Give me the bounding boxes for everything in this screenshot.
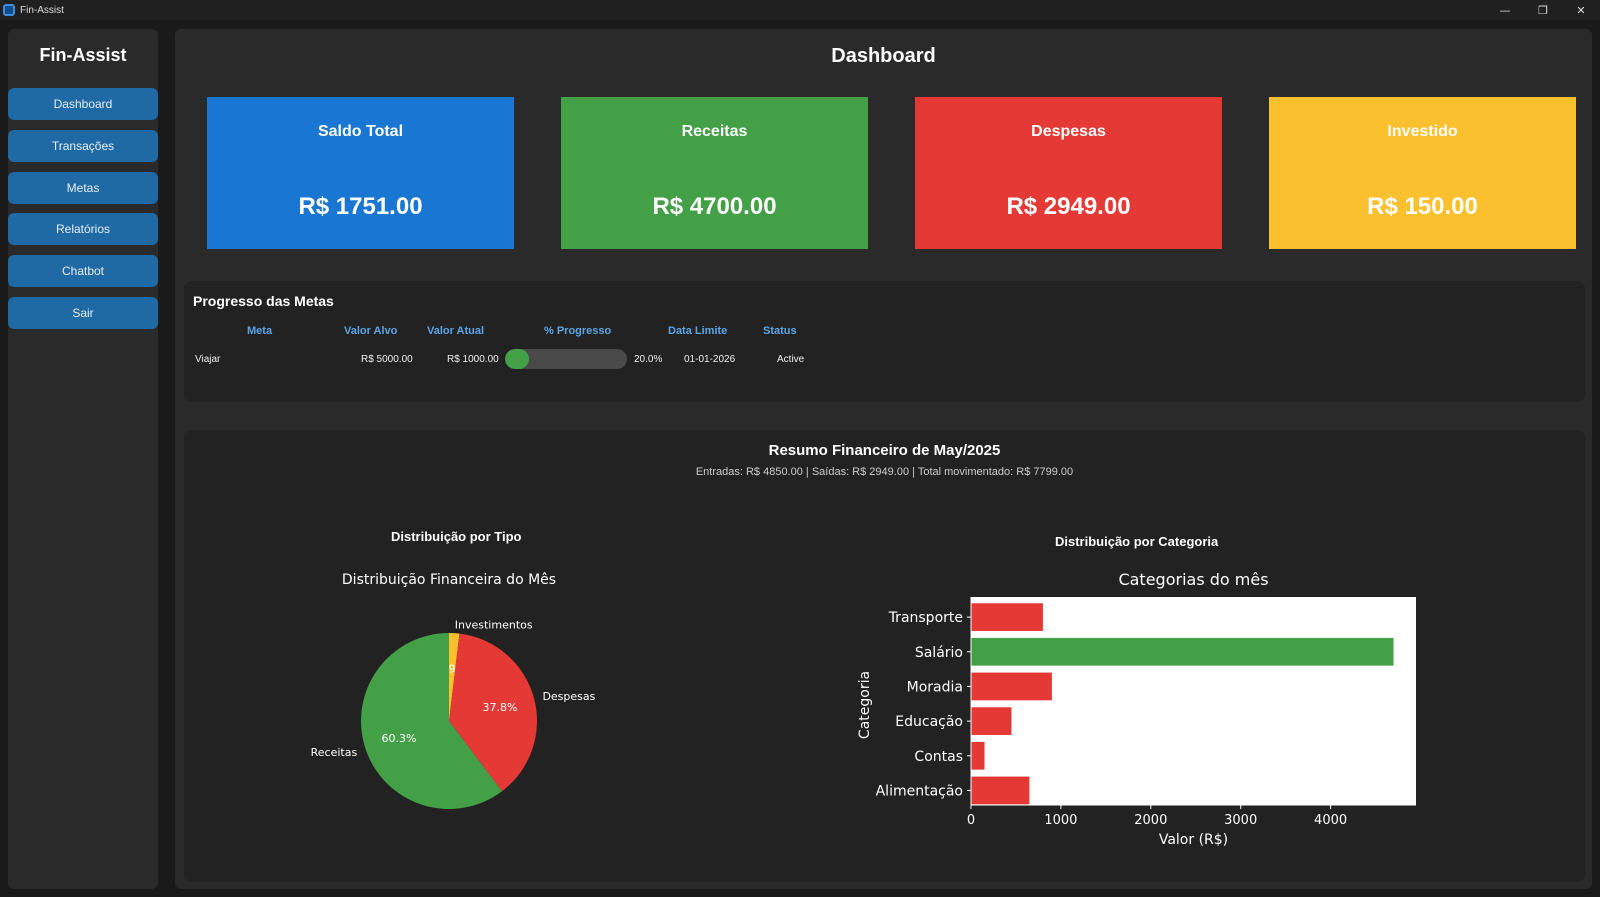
bar-2 [971, 672, 1052, 701]
nav-sair-button[interactable]: Sair [8, 297, 158, 329]
page-title: Dashboard [831, 45, 936, 67]
y-tick-label: Salário [915, 645, 963, 661]
card-value: R$ 150.00 [1367, 193, 1478, 220]
card-investido: Investido R$ 150.00 [1269, 97, 1576, 249]
card-value: R$ 2949.00 [1006, 193, 1131, 220]
summary-subtitle: Entradas: R$ 4850.00 | Saídas: R$ 2949.0… [695, 466, 1074, 478]
bar-4 [971, 741, 985, 770]
header-progresso: % Progresso [544, 325, 612, 337]
goal-progress-fill [505, 349, 530, 369]
card-despesas: Despesas R$ 2949.00 [915, 97, 1222, 249]
pie-category-label: Investimentos [455, 618, 533, 631]
x-axis-label: Valor (R$) [1159, 832, 1228, 848]
header-data-limite: Data Limite [668, 325, 728, 337]
goal-name: Viajar [195, 354, 221, 365]
header-valor-alvo: Valor Alvo [344, 325, 398, 337]
goals-panel: Progresso das Metas Meta Valor Alvo Valo… [184, 281, 1585, 402]
x-tick-label: 2000 [1134, 813, 1167, 828]
goal-percent: 20.0% [634, 354, 663, 365]
x-tick-label: 3000 [1224, 813, 1257, 828]
y-tick-label: Educação [895, 714, 963, 730]
x-tick-label: 0 [967, 813, 975, 828]
header-status: Status [763, 325, 797, 337]
bar-5 [971, 776, 1030, 805]
x-tick-label: 1000 [1044, 813, 1077, 828]
close-button[interactable]: ✕ [1562, 0, 1600, 20]
goal-current-value: R$ 1000.00 [447, 354, 499, 365]
nav-transacoes-button[interactable]: Transações [8, 130, 158, 162]
y-tick-label: Moradia [907, 679, 963, 695]
pie-value-label: 60.3% [381, 732, 416, 745]
y-tick-label: Transporte [888, 610, 963, 626]
x-tick-label: 4000 [1314, 813, 1347, 828]
card-receitas: Receitas R$ 4700.00 [561, 97, 868, 249]
bar-3 [971, 707, 1012, 735]
window-title: Fin-Assist [20, 4, 64, 16]
goals-title: Progresso das Metas [193, 293, 334, 309]
main-content: Dashboard Saldo Total R$ 1751.00 Receita… [175, 29, 1592, 889]
bar-0 [971, 603, 1043, 631]
app-icon [3, 4, 15, 16]
sidebar: Fin-Assist Dashboard Transações Metas Re… [8, 29, 158, 889]
goal-status: Active [777, 354, 805, 365]
card-saldo-total: Saldo Total R$ 1751.00 [207, 97, 514, 249]
nav-chatbot-button[interactable]: Chatbot [8, 255, 158, 287]
card-title: Despesas [1031, 123, 1106, 140]
pie-value-label: 37.8% [482, 701, 517, 714]
card-value: R$ 4700.00 [652, 193, 777, 220]
title-bar: Fin-Assist — ❐ ✕ [0, 0, 1600, 20]
header-meta: Meta [247, 325, 273, 337]
goal-deadline: 01-01-2026 [684, 354, 736, 365]
goal-progress-bar [505, 349, 627, 369]
card-title: Receitas [681, 123, 748, 140]
nav-metas-button[interactable]: Metas [8, 172, 158, 204]
pie-category-label: Despesas [542, 690, 595, 703]
minimize-button[interactable]: — [1486, 0, 1524, 20]
bar-chart: Categorias do mês Transporte Salário Moradi… [857, 570, 1416, 848]
card-title: Investido [1387, 123, 1458, 140]
nav-relatorios-button[interactable]: Relatórios [8, 213, 158, 245]
card-title: Saldo Total [317, 123, 404, 140]
categoria-section-title: Distribuição por Categoria [1055, 534, 1219, 549]
goal-target-value: R$ 5000.00 [361, 354, 413, 365]
card-value: R$ 1751.00 [298, 193, 423, 220]
y-axis-label: Categoria [857, 671, 873, 739]
summary-panel: Resumo Financeiro de May/2025 Entradas: … [184, 430, 1585, 882]
pie-chart: Distribuição Financeira do Mês1.9%Invest… [311, 572, 596, 809]
header-valor-atual: Valor Atual [427, 325, 485, 337]
summary-title: Resumo Financeiro de May/2025 [768, 442, 1001, 459]
sidebar-brand: Fin-Assist [39, 45, 127, 65]
bar-chart-title: Categorias do mês [1118, 570, 1268, 589]
tipo-section-title: Distribuição por Tipo [391, 529, 522, 544]
bar-1 [971, 637, 1394, 666]
pie-title: Distribuição Financeira do Mês [342, 572, 556, 588]
y-tick-label: Contas [914, 749, 963, 765]
restore-button[interactable]: ❐ [1524, 0, 1562, 20]
pie-category-label: Receitas [311, 746, 358, 759]
y-tick-label: Alimentação [876, 783, 963, 799]
nav-dashboard-button[interactable]: Dashboard [8, 88, 158, 120]
